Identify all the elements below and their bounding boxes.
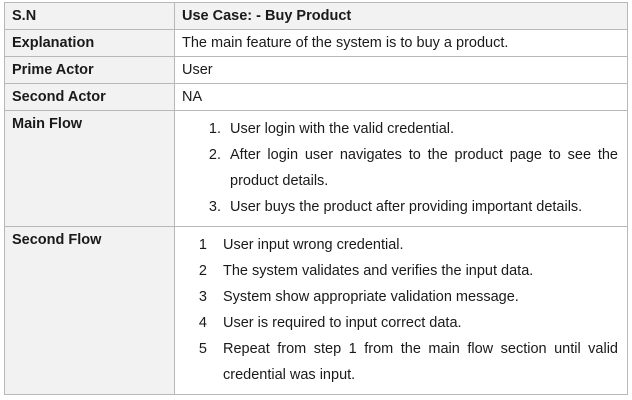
step-text: Repeat from step 1 from the main flow se… [223,341,618,383]
row-label-explanation: Explanation [4,29,175,57]
step-number: 3 [198,289,207,305]
step-number: 3. [208,199,221,215]
list-item: 2. After login user navigates to the pro… [182,142,620,194]
main-flow-steps: 1. User login with the valid credential.… [182,116,620,220]
list-item: 3 System show appropriate validation mes… [182,284,620,310]
step-number: 2. [208,147,221,163]
list-item: 5 Repeat from step 1 from the main flow … [182,336,620,388]
list-item: 2 The system validates and verifies the … [182,258,620,284]
list-item: 4 User is required to input correct data… [182,310,620,336]
list-item: 3. User buys the product after providing… [182,194,620,220]
step-text: System show appropriate validation messa… [223,289,519,305]
header-row: S.N Use Case: - Buy Product [4,2,628,30]
row-label-main-flow: Main Flow [4,110,175,227]
header-sn: S.N [4,2,175,30]
use-case-table: S.N Use Case: - Buy Product Explanation … [4,2,628,395]
table-row: Explanation The main feature of the syst… [4,29,628,57]
second-flow-steps: 1 User input wrong credential. 2 The sys… [182,232,620,388]
row-value-explanation: The main feature of the system is to buy… [174,29,628,57]
step-text: User login with the valid credential. [230,121,455,137]
step-text: After login user navigates to the produc… [230,147,618,189]
main-flow-row: Main Flow 1. User login with the valid c… [4,110,628,227]
step-number: 1 [198,237,207,253]
step-text: User buys the product after providing im… [230,199,583,215]
step-text: User input wrong credential. [223,237,404,253]
row-label-second-flow: Second Flow [4,226,175,395]
step-number: 2 [198,263,207,279]
step-number: 5 [198,341,207,357]
header-use-case-title: Use Case: - Buy Product [174,2,628,30]
list-item: 1. User login with the valid credential. [182,116,620,142]
row-value-prime-actor: User [174,56,628,84]
main-flow-cell: 1. User login with the valid credential.… [174,110,628,227]
second-flow-row: Second Flow 1 User input wrong credentia… [4,226,628,395]
step-text: The system validates and verifies the in… [223,263,534,279]
row-label-second-actor: Second Actor [4,83,175,111]
row-value-second-actor: NA [174,83,628,111]
list-item: 1 User input wrong credential. [182,232,620,258]
table-row: Second Actor NA [4,83,628,111]
step-number: 1. [208,121,221,137]
step-text: User is required to input correct data. [223,315,462,331]
table-row: Prime Actor User [4,56,628,84]
second-flow-cell: 1 User input wrong credential. 2 The sys… [174,226,628,395]
row-label-prime-actor: Prime Actor [4,56,175,84]
step-number: 4 [198,315,207,331]
